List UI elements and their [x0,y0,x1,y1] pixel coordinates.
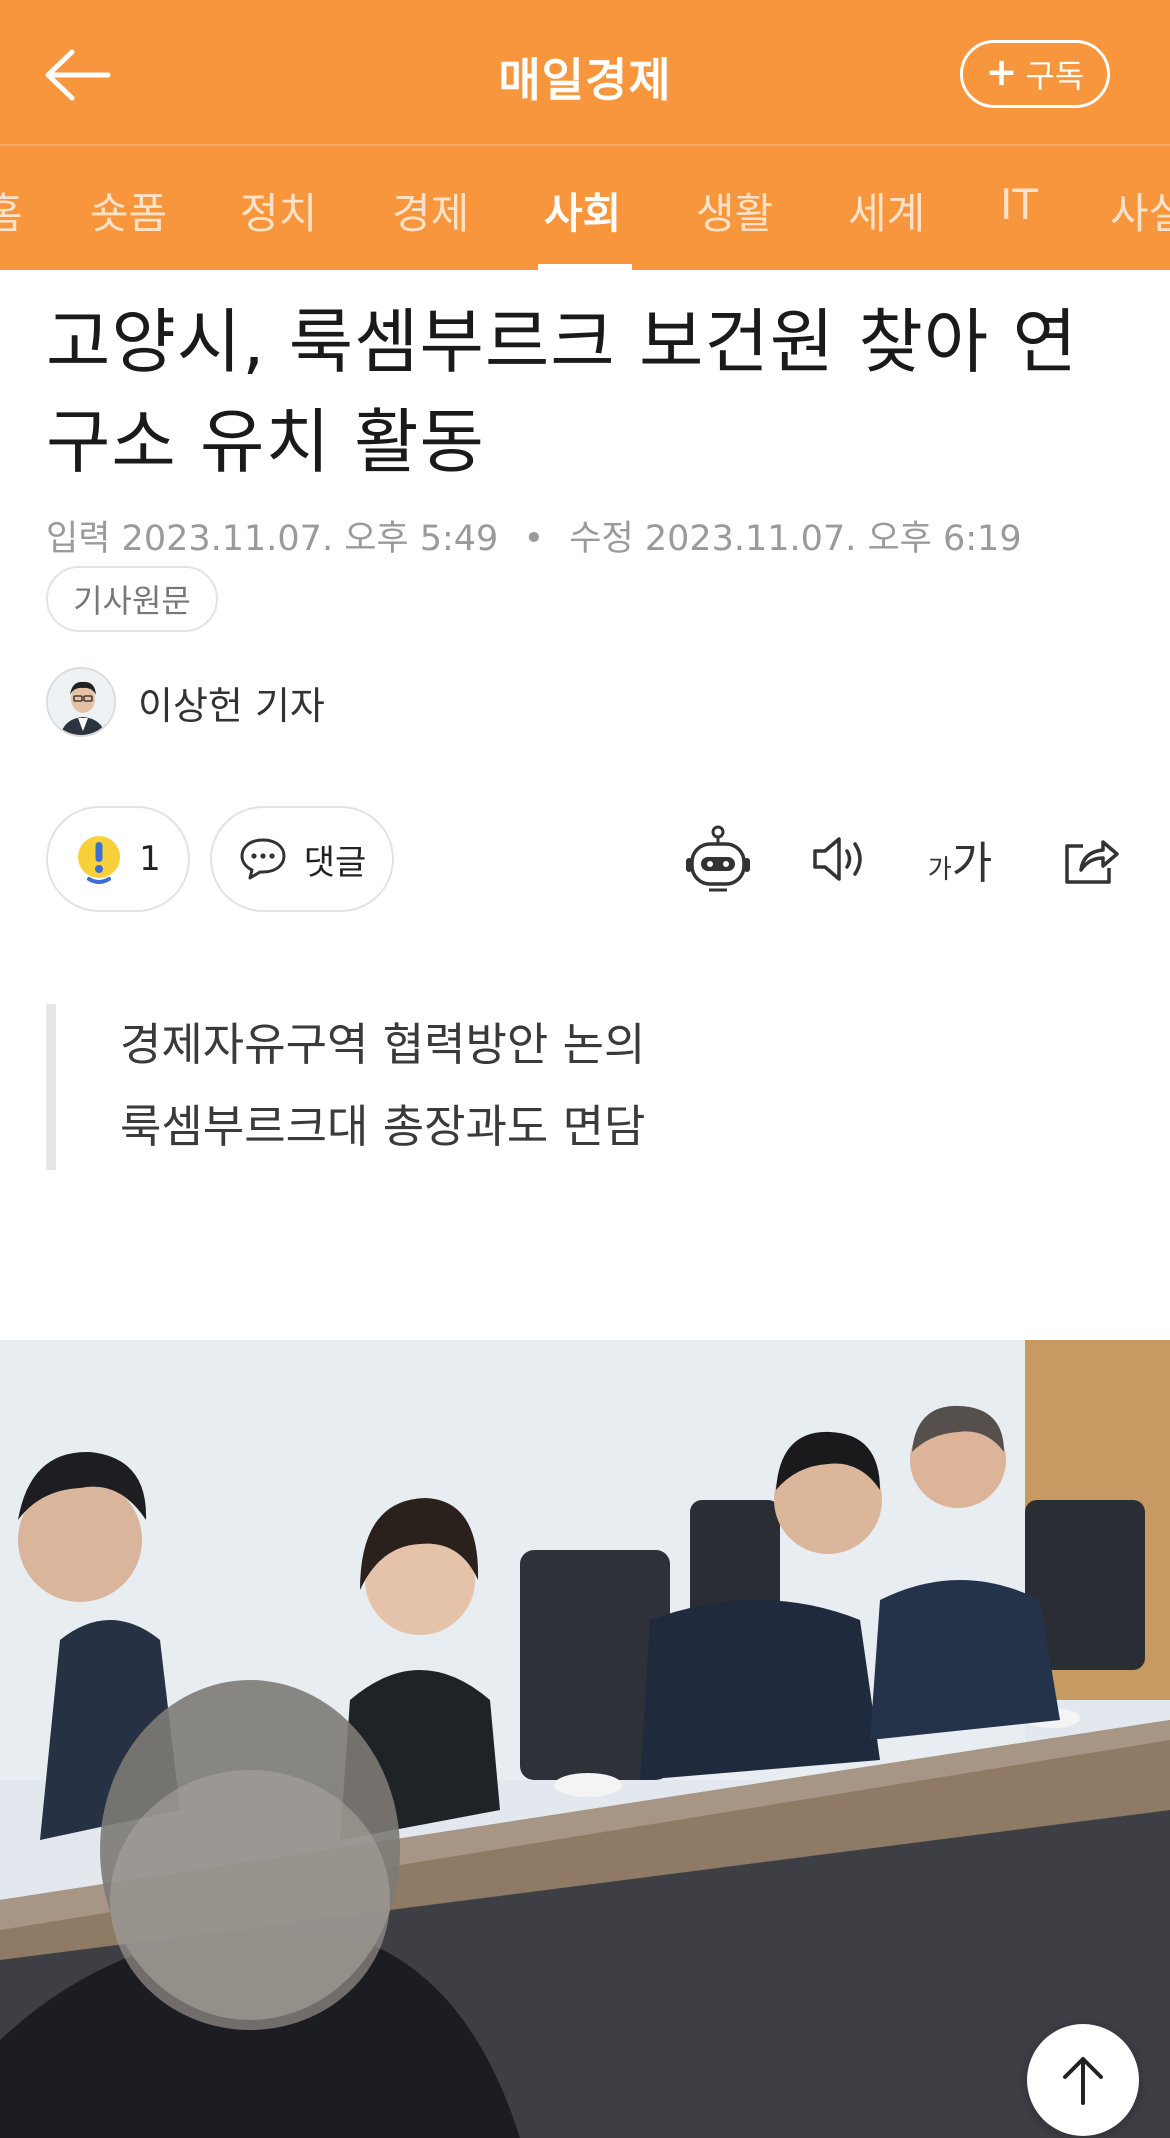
author-byline[interactable]: 이상헌 기자 [46,666,325,738]
active-tab-indicator [538,264,632,270]
font-size-small: 가 [927,855,952,885]
font-size-button[interactable]: 가가 [922,822,998,896]
robot-icon [686,825,750,892]
reaction-count: 1 [139,839,161,879]
comment-button[interactable]: 댓글 [210,806,394,912]
arrow-up-icon [1063,2057,1103,2105]
tab-life[interactable]: 생활 [696,180,773,241]
subscribe-button[interactable]: + 구독 [960,40,1110,108]
speech-bubble-icon [240,838,286,880]
meta-separator: • [523,519,545,559]
original-article-button[interactable]: 기사원문 [46,566,218,632]
tts-button[interactable] [802,822,878,896]
article-summary: 경제자유구역 협력방안 논의 룩셈부르크대 총장과도 면담 [46,1004,1126,1170]
tab-society[interactable]: 사회 [544,180,621,241]
tab-it[interactable]: IT [1000,180,1038,229]
modified-time: 2023.11.07. 오후 6:19 [644,519,1022,559]
article-headline: 고양시, 룩셈부르크 보건원 찾아 연 구소 유치 활동 [46,292,1136,492]
tab-shortform[interactable]: 숏폼 [90,180,167,241]
font-size-large: 가 [951,838,993,889]
tab-politics[interactable]: 정치 [240,180,317,241]
summary-bot-button[interactable] [680,822,756,896]
tab-world[interactable]: 세계 [848,180,925,241]
summary-line: 룩셈부르크대 총장과도 면담 [120,1100,646,1153]
tab-home[interactable]: 홈 [0,180,23,241]
tab-economy[interactable]: 경제 [392,180,469,241]
article-photo [0,1340,1170,2138]
category-tabs: 홈 숏폼 정치 경제 사회 생활 세계 IT 사설 [0,146,1170,270]
speaker-icon [813,837,862,881]
author-name: 이상헌 기자 [138,683,325,728]
input-label: 입력 [46,519,111,559]
scroll-to-top-button[interactable] [1027,2024,1139,2136]
summary-line: 경제자유구역 협력방안 논의 [120,1018,646,1071]
font-size-icon: 가가 [928,827,992,891]
share-icon [1065,840,1119,884]
exclamation-face-icon [78,836,121,884]
top-bar: 매일경제 + 구독 [0,0,1170,146]
comment-label: 댓글 [303,842,367,883]
headline-line-2: 구소 유치 활동 [46,401,485,483]
article-timestamps: 입력 2023.11.07. 오후 5:49 • 수정 2023.11.07. … [46,510,1022,561]
subscribe-label: 구독 [1025,57,1085,95]
reaction-button[interactable]: 1 [46,806,190,912]
avatar [46,667,116,737]
modified-label: 수정 [569,519,634,559]
app-header: 매일경제 + 구독 홈 숏폼 정치 경제 사회 생활 세계 IT 사설 [0,0,1170,270]
tab-editorial[interactable]: 사설 [1110,180,1170,241]
share-button[interactable] [1052,822,1128,896]
plus-icon: + [985,50,1018,94]
input-time: 2023.11.07. 오후 5:49 [121,519,499,559]
headline-line-1: 고양시, 룩셈부르크 보건원 찾아 연 [46,301,1078,383]
